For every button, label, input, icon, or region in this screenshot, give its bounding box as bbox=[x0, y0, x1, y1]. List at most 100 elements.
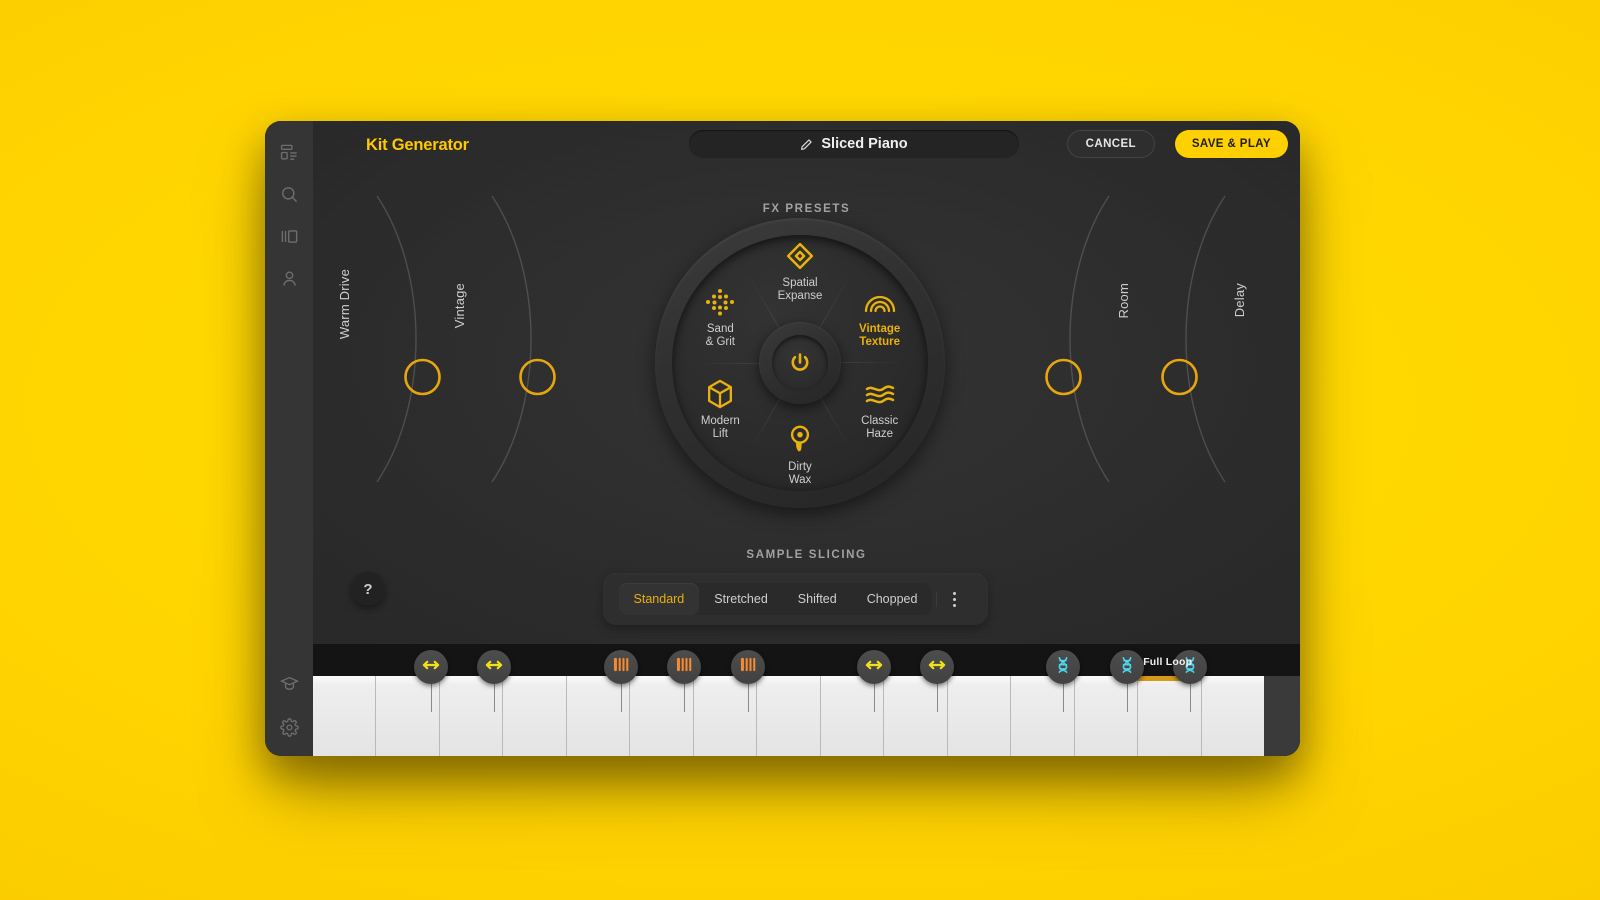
fx-presets-wheel[interactable]: Spatial Expanse Vintage Texture Classic Haze D… bbox=[655, 218, 945, 508]
slicing-tab-strip: Standard Stretched Shifted Chopped bbox=[618, 583, 933, 615]
arc-slider-room[interactable] bbox=[1035, 195, 1115, 496]
arc-slider-vintage[interactable] bbox=[486, 195, 566, 496]
full-loop-label: Full Loop bbox=[1143, 656, 1193, 668]
save-and-play-button[interactable]: SAVE & PLAY bbox=[1174, 130, 1288, 158]
piano-white-key[interactable] bbox=[1074, 676, 1139, 756]
sidebar-item-settings[interactable] bbox=[274, 712, 304, 742]
diamond-outline-icon bbox=[757, 239, 843, 273]
vinyl-drip-icon bbox=[757, 423, 843, 457]
keyboard-marker-bars[interactable] bbox=[667, 650, 701, 684]
fx-power-button[interactable] bbox=[759, 322, 841, 404]
piano-white-key[interactable] bbox=[313, 676, 377, 756]
pencil-icon bbox=[800, 138, 813, 151]
slicing-tab-standard[interactable]: Standard bbox=[618, 583, 700, 615]
white-keys bbox=[313, 676, 1265, 756]
sidebar-item-account[interactable] bbox=[274, 263, 304, 293]
keyboard-marker-bars[interactable] bbox=[731, 650, 765, 684]
arc-track bbox=[1161, 195, 1226, 483]
arc-track bbox=[491, 195, 556, 483]
gear-icon bbox=[279, 717, 299, 737]
fx-segment-label: Spatial Expanse bbox=[777, 277, 823, 302]
dashboard-icon bbox=[280, 143, 299, 162]
arrows-horizontal-icon bbox=[864, 658, 884, 677]
more-vertical-icon-dot bbox=[953, 597, 957, 601]
arc-handle bbox=[404, 358, 441, 396]
more-vertical-icon-dot bbox=[953, 591, 957, 595]
fx-segment-sand-grit[interactable]: Sand & Grit bbox=[677, 285, 763, 349]
sidebar-item-search[interactable] bbox=[274, 179, 304, 209]
fx-segment-label: Sand & Grit bbox=[705, 323, 735, 348]
slicing-tab-chopped[interactable]: Chopped bbox=[852, 583, 933, 615]
fx-segment-label: Classic Haze bbox=[861, 415, 899, 440]
library-icon bbox=[280, 227, 299, 246]
arc-track bbox=[376, 195, 441, 483]
arc-slider-label: Warm Drive bbox=[337, 269, 352, 340]
arc-slider-label: Room bbox=[1116, 283, 1131, 319]
fx-segment-spatial-expanse[interactable]: Spatial Expanse bbox=[757, 239, 843, 303]
main-panel: Kit Generator Sliced Piano CANCEL SAVE &… bbox=[313, 121, 1300, 756]
graduation-cap-icon bbox=[279, 674, 299, 693]
fx-segment-vintage-texture[interactable]: Vintage Texture bbox=[837, 285, 923, 349]
slicing-tab-shifted[interactable]: Shifted bbox=[783, 583, 852, 615]
sidebar-item-learn[interactable] bbox=[274, 668, 304, 698]
slicing-tab-stretched[interactable]: Stretched bbox=[699, 583, 783, 615]
keyboard-marker-arrows-horizontal[interactable] bbox=[920, 650, 954, 684]
sidebar-item-library[interactable] bbox=[274, 221, 304, 251]
piano-white-key[interactable] bbox=[884, 676, 948, 756]
dna-icon bbox=[1118, 656, 1136, 679]
piano-keyboard: Full Loop bbox=[313, 644, 1300, 756]
arrows-horizontal-icon bbox=[927, 658, 947, 677]
sample-slicing-label: SAMPLE SLICING bbox=[746, 549, 867, 561]
keyboard-marker-dna[interactable] bbox=[1046, 650, 1080, 684]
arc-track bbox=[1045, 195, 1110, 483]
arc-waves-icon bbox=[837, 285, 923, 319]
kit-generator-window: Kit Generator Sliced Piano CANCEL SAVE &… bbox=[265, 121, 1300, 756]
preset-name-field[interactable]: Sliced Piano bbox=[689, 130, 1019, 158]
keyboard-marker-arrows-horizontal[interactable] bbox=[414, 650, 448, 684]
fx-segment-dirty-wax[interactable]: Dirty Wax bbox=[757, 423, 843, 487]
keyboard-marker-arrows-horizontal[interactable] bbox=[477, 650, 511, 684]
fx-segment-classic-haze[interactable]: Classic Haze bbox=[837, 377, 923, 441]
fx-segment-label: Modern Lift bbox=[700, 415, 740, 440]
sample-slicing-panel: Standard Stretched Shifted Chopped bbox=[603, 573, 988, 625]
piano-white-key[interactable] bbox=[820, 676, 885, 756]
piano-white-key[interactable] bbox=[757, 676, 821, 756]
slicing-more-options-button[interactable] bbox=[936, 591, 972, 607]
bars-icon bbox=[613, 656, 630, 678]
fx-presets-label: FX PRESETS bbox=[762, 203, 851, 215]
arc-handle bbox=[519, 358, 556, 396]
wavy-lines-icon bbox=[837, 377, 923, 411]
piano-white-key[interactable] bbox=[1138, 676, 1202, 756]
piano-white-key[interactable] bbox=[947, 676, 1012, 756]
cancel-button[interactable]: CANCEL bbox=[1066, 130, 1155, 158]
arc-slider-label: Vintage bbox=[452, 283, 467, 329]
keyboard-right-filler bbox=[1264, 676, 1300, 756]
keyboard-marker-bars[interactable] bbox=[604, 650, 638, 684]
dna-icon bbox=[1054, 656, 1072, 679]
cube-icon bbox=[677, 377, 763, 411]
arc-slider-label: Delay bbox=[1232, 283, 1247, 318]
piano-white-key[interactable] bbox=[1201, 676, 1265, 756]
window-topbar: Kit Generator Sliced Piano CANCEL SAVE &… bbox=[313, 121, 1300, 177]
app-title: Kit Generator bbox=[366, 136, 469, 154]
user-icon bbox=[280, 269, 299, 288]
arrows-horizontal-icon bbox=[421, 658, 441, 677]
arc-slider-delay[interactable] bbox=[1151, 195, 1231, 496]
more-vertical-icon-dot bbox=[953, 603, 957, 607]
arrows-horizontal-icon bbox=[484, 658, 504, 677]
app-sidebar bbox=[265, 121, 313, 756]
piano-white-key[interactable] bbox=[1011, 676, 1075, 756]
arc-slider-warm-drive[interactable] bbox=[371, 195, 451, 496]
fx-segment-label: Dirty Wax bbox=[788, 461, 812, 486]
arc-handle bbox=[1161, 358, 1198, 396]
keyboard-marker-arrows-horizontal[interactable] bbox=[857, 650, 891, 684]
piano-white-key[interactable] bbox=[503, 676, 567, 756]
bars-icon bbox=[740, 656, 757, 678]
fx-segment-label: Vintage Texture bbox=[859, 323, 901, 348]
help-button[interactable]: ? bbox=[351, 572, 385, 606]
search-icon bbox=[280, 185, 299, 204]
keyboard-marker-dna[interactable] bbox=[1110, 650, 1144, 684]
dot-grid-icon bbox=[677, 285, 763, 319]
sidebar-item-dashboard[interactable] bbox=[274, 137, 304, 167]
fx-segment-modern-lift[interactable]: Modern Lift bbox=[677, 377, 763, 441]
